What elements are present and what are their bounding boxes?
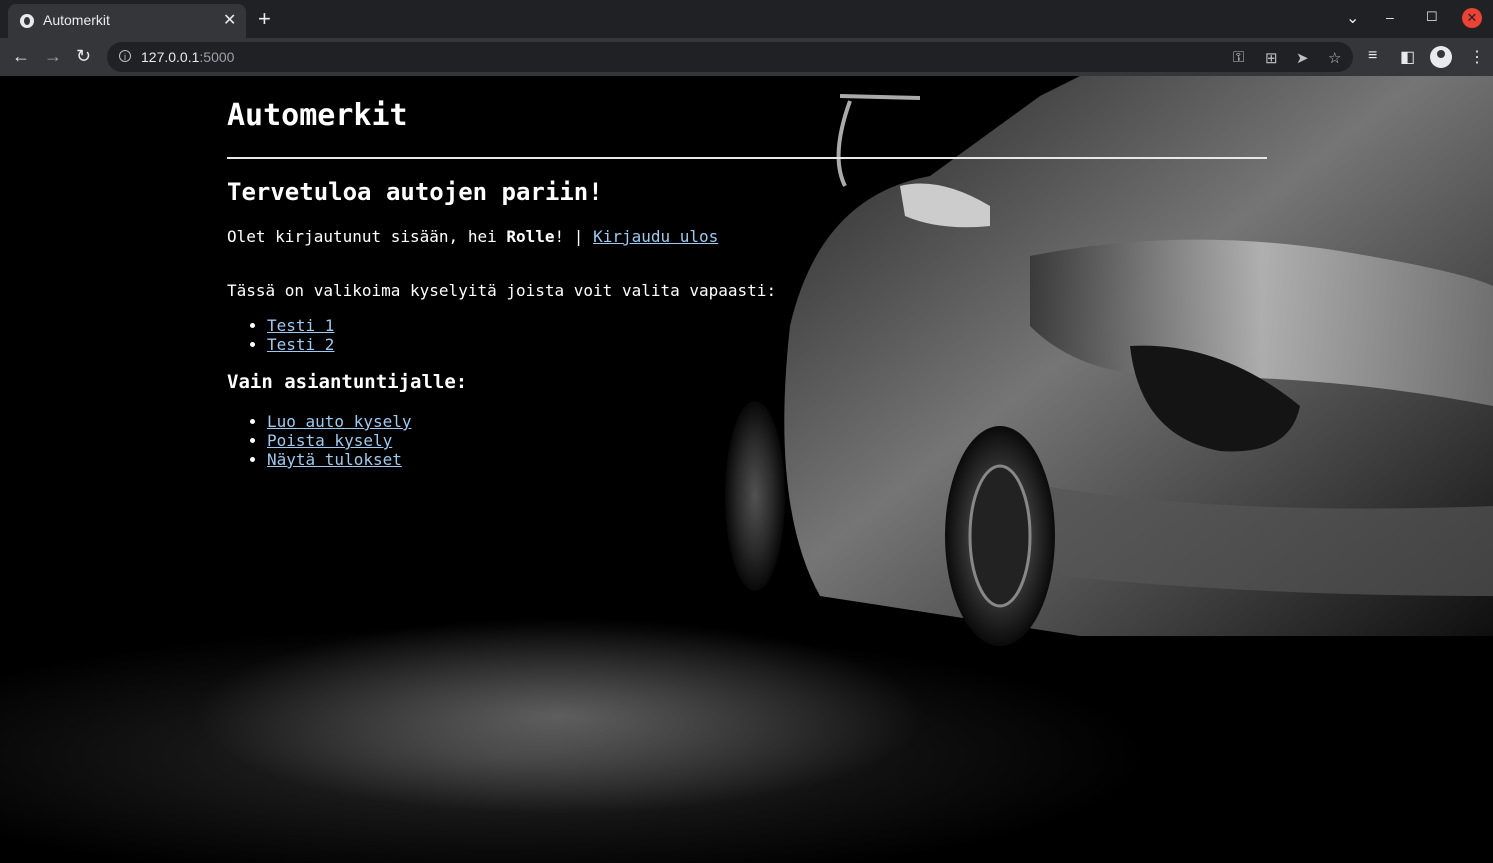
tab-strip: Automerkit ✕ + ⌄ – ☐ ✕ [0,0,1493,38]
list-item: Poista kysely [267,431,412,450]
logout-link[interactable]: Kirjaudu ulos [593,227,718,246]
username: Rolle [506,227,555,246]
browser-toolbar: ← → ↻ i 127.0.0.1:5000 ⚿ ⊞ ➤ ☆ ≡ ◧ ⋮ [0,38,1493,76]
chevron-down-icon[interactable]: ⌄ [1346,8,1359,28]
url-port: :5000 [199,49,235,65]
globe-icon [20,14,34,28]
side-panel-icon[interactable]: ◧ [1400,47,1415,67]
maximize-icon[interactable]: ☐ [1426,9,1438,25]
tab-close-icon[interactable]: ✕ [223,10,236,30]
divider [227,157,1267,159]
browser-chrome: Automerkit ✕ + ⌄ – ☐ ✕ ← → ↻ i 127.0.0.1… [0,0,1493,76]
welcome-heading: Tervetuloa autojen pariin! [227,178,603,206]
minimize-icon[interactable]: – [1386,9,1394,25]
url-host: 127.0.0.1 [141,49,200,65]
expert-heading: Vain asiantuntijalle: [227,371,468,393]
create-survey-link[interactable]: Luo auto kysely [267,412,412,431]
list-item: Näytä tulokset [267,450,412,469]
tab-title: Automerkit [43,12,110,28]
star-icon[interactable]: ☆ [1328,49,1341,67]
info-icon[interactable]: i [119,50,131,62]
site-title: Automerkit [227,98,408,133]
survey-link-2[interactable]: Testi 2 [267,335,334,354]
new-tab-plus-icon[interactable]: + [258,8,271,30]
car-background-image [725,76,1493,646]
reload-icon[interactable]: ↻ [76,46,91,67]
menu-icon[interactable]: ⋮ [1469,47,1485,67]
key-icon[interactable]: ⚿ [1233,49,1244,66]
login-status: Olet kirjautunut sisään, hei Rolle! | Ki… [227,227,718,246]
login-suffix: ! | [554,227,594,246]
forward-icon[interactable]: → [44,46,62,67]
browser-tab[interactable]: Automerkit ✕ [8,4,246,38]
intro-text: Tässä on valikoima kyselyitä joista voit… [227,281,777,300]
address-bar[interactable]: i 127.0.0.1:5000 ⚿ ⊞ ➤ ☆ [107,42,1353,72]
list-item: Testi 2 [267,335,334,354]
survey-link-1[interactable]: Testi 1 [267,316,334,335]
window-close-icon[interactable]: ✕ [1462,8,1482,28]
survey-list: Testi 1 Testi 2 [227,316,334,354]
delete-survey-link[interactable]: Poista kysely [267,431,392,450]
login-prefix: Olet kirjautunut sisään, hei [227,227,507,246]
back-icon[interactable]: ← [12,46,30,67]
list-item: Testi 1 [267,316,334,335]
url-text[interactable]: 127.0.0.1:5000 [141,49,234,65]
list-item: Luo auto kysely [267,412,412,431]
translate-icon[interactable]: ⊞ [1265,49,1278,67]
send-icon[interactable]: ➤ [1296,49,1309,67]
reading-list-icon[interactable]: ≡ [1368,47,1377,65]
profile-icon[interactable] [1430,46,1452,68]
show-results-link[interactable]: Näytä tulokset [267,450,402,469]
expert-list: Luo auto kysely Poista kysely Näytä tulo… [227,412,412,469]
page-viewport: Automerkit Tervetuloa autojen pariin! Ol… [0,76,1493,863]
